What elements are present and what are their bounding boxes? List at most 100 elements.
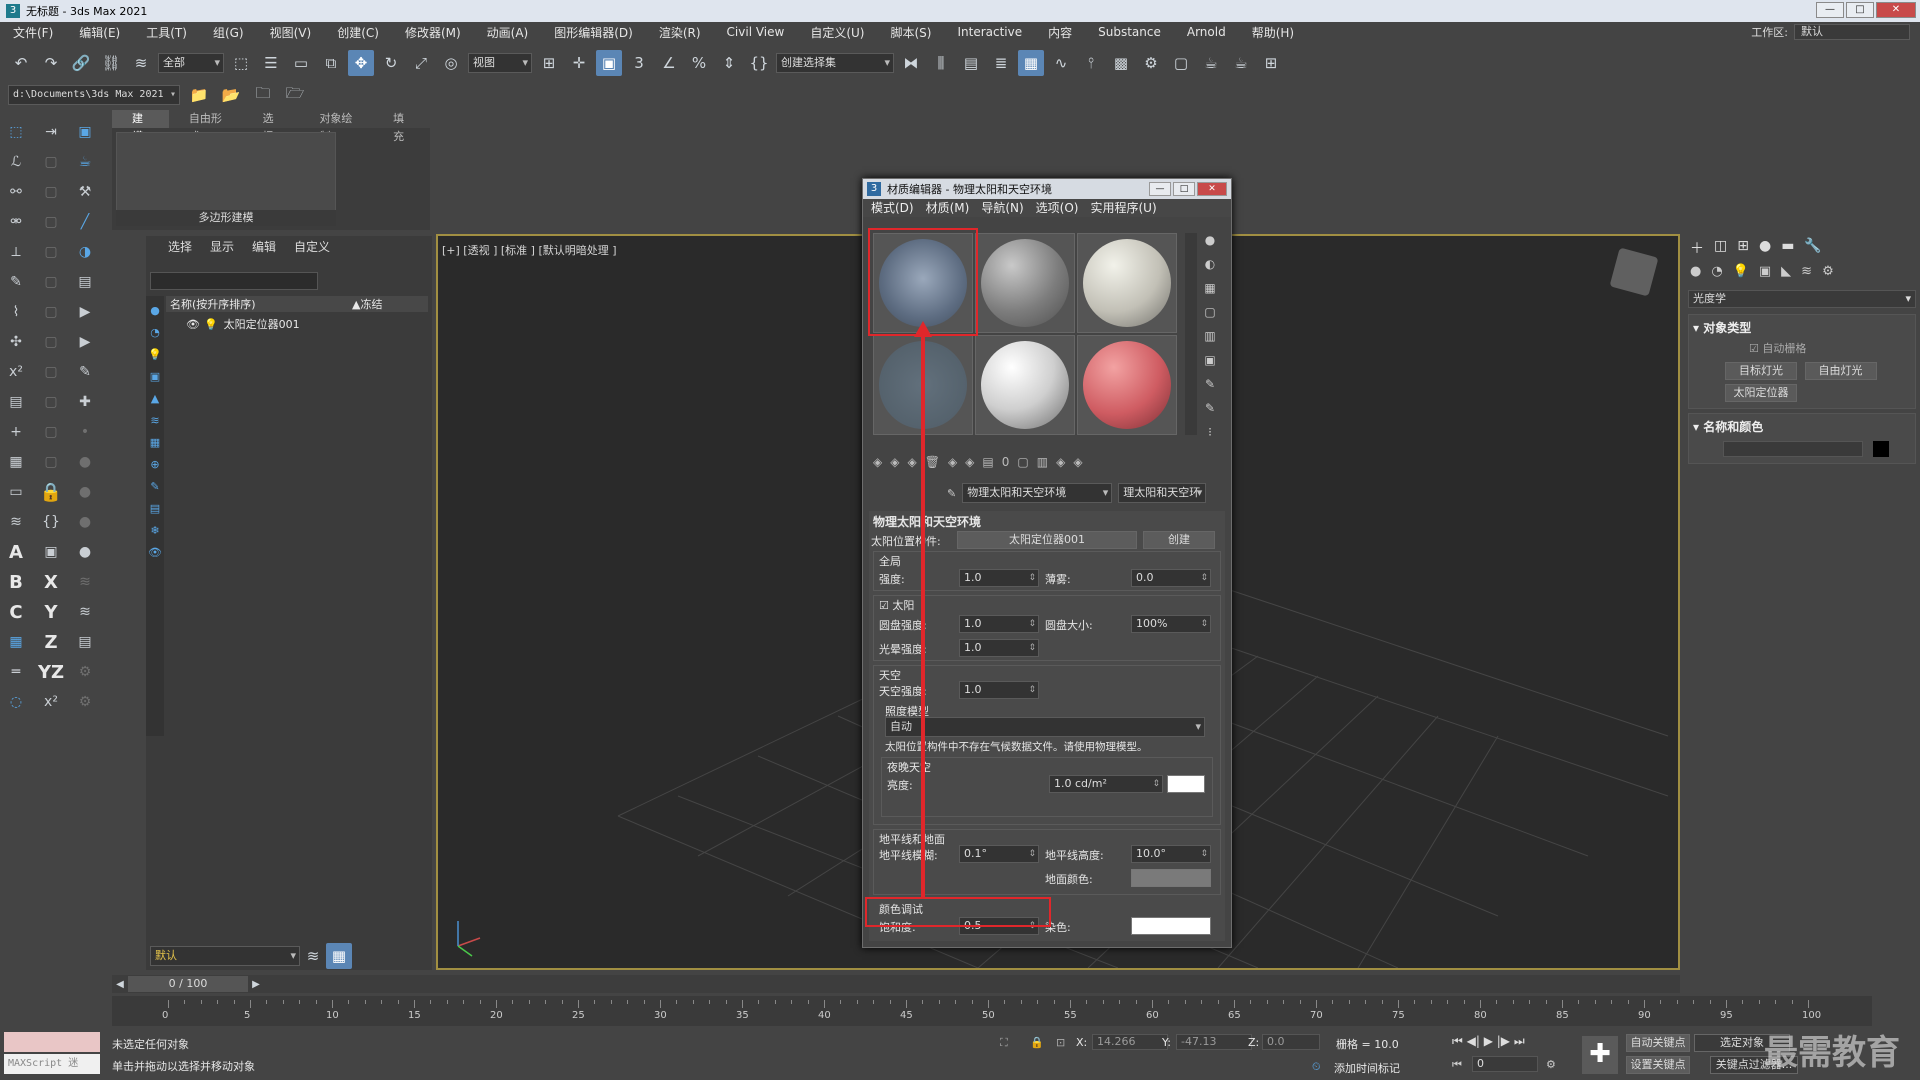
prev-frame-icon[interactable]: ◀ [112, 976, 128, 992]
geometry-icon[interactable]: ● [1690, 264, 1701, 284]
schematic-view-icon[interactable]: ⫯ [1078, 50, 1104, 76]
filter-spacewarps-icon[interactable]: ≋ [147, 412, 163, 428]
stack-icon[interactable]: ▦ [4, 450, 28, 474]
dot1-icon[interactable]: • [73, 420, 97, 444]
menu-rendering[interactable]: 渲染(R) [646, 24, 714, 41]
box11-icon[interactable]: ▢ [39, 450, 63, 474]
select-move-icon[interactable]: ✥ [348, 50, 374, 76]
ribbon-tab-modeling[interactable]: 建模 [112, 110, 169, 143]
background-icon[interactable]: ▦ [1201, 281, 1219, 299]
put-to-scene-icon[interactable]: ◈ [890, 455, 899, 475]
axis-x-icon[interactable]: X [39, 570, 63, 594]
edit-named-sets-icon[interactable]: {} [746, 50, 772, 76]
sun-pos-button[interactable]: 太阳定位器001 [957, 531, 1137, 549]
material-navigator-icon[interactable]: ⁝ [1201, 425, 1219, 443]
next-frame-icon[interactable]: ▶ [248, 976, 264, 992]
table-row[interactable]: 👁 💡 太阳定位器001 [166, 316, 428, 332]
mat-menu-material[interactable]: 材质(M) [926, 199, 970, 217]
text-a-icon[interactable]: A [4, 540, 28, 564]
menu-civil-view[interactable]: Civil View [714, 25, 798, 39]
backlight-icon[interactable]: ◐ [1201, 257, 1219, 275]
material-slot-3[interactable] [1077, 233, 1177, 333]
link-tool-icon[interactable]: ⚯ [4, 180, 28, 204]
menu-substance[interactable]: Substance [1085, 25, 1174, 39]
spinner-snap-icon[interactable]: ⇕ [716, 50, 742, 76]
mat-menu-mode[interactable]: 模式(D) [871, 199, 914, 217]
slots-scrollbar[interactable] [1185, 233, 1197, 435]
menu-tools[interactable]: 工具(T) [133, 24, 200, 41]
project-create-icon[interactable]: 📂 [218, 82, 244, 108]
knife-icon[interactable]: ╱ [73, 210, 97, 234]
selection-filter-dropdown[interactable]: 全部 [158, 53, 224, 73]
rect-selection-icon[interactable]: ▭ [288, 50, 314, 76]
show-map-icon[interactable]: ▢ [1017, 455, 1028, 475]
sphere-icon[interactable]: ● [73, 540, 97, 564]
menu-edit[interactable]: 编辑(E) [66, 24, 133, 41]
curve-editor-icon[interactable]: ∿ [1048, 50, 1074, 76]
ref-coord-dropdown[interactable]: 视图 [468, 53, 532, 73]
filter-shapes-icon[interactable]: ◔ [147, 324, 163, 340]
cameras-icon[interactable]: ▣ [1759, 264, 1771, 284]
pivot-center-icon[interactable]: ⊞ [536, 50, 562, 76]
menu-arnold[interactable]: Arnold [1174, 25, 1239, 39]
disk-size-spinner[interactable]: 100% [1131, 615, 1211, 633]
snaps-toggle-icon[interactable]: 3 [626, 50, 652, 76]
col-name-header[interactable]: 名称(按升序排序) [166, 296, 352, 312]
viewport-icon[interactable]: ▣ [73, 120, 97, 144]
brush-icon[interactable]: ✎ [73, 360, 97, 384]
modify-tab-icon[interactable]: ◫ [1714, 238, 1727, 260]
filter-lights-icon[interactable]: 💡 [147, 346, 163, 362]
target-light-button[interactable]: 目标灯光 [1725, 362, 1797, 380]
helpers-icon[interactable]: ◣ [1781, 264, 1791, 284]
material-slot-5[interactable] [975, 335, 1075, 435]
render-setup-icon[interactable]: ⚙ [1138, 50, 1164, 76]
layer-explorer-icon[interactable]: ≣ [988, 50, 1014, 76]
select-rotate-icon[interactable]: ↻ [378, 50, 404, 76]
sky-intensity-spinner[interactable]: 1.0 [959, 681, 1039, 699]
play-icon[interactable]: ▶ [73, 300, 97, 324]
filter-containers-icon[interactable]: ▤ [147, 500, 163, 516]
video-check-icon[interactable]: ▥ [1201, 329, 1219, 347]
import-icon[interactable]: ⇥ [39, 120, 63, 144]
make-copy-icon[interactable]: ◈ [948, 455, 957, 475]
stack2-icon[interactable]: ▤ [73, 630, 97, 654]
assign-material-icon[interactable]: ◈ [907, 455, 916, 475]
layers-icon[interactable]: ≋ [73, 570, 97, 594]
sun-checkbox[interactable]: ☑ 太阳 [879, 597, 914, 613]
explorer-tab-display[interactable]: 显示 [202, 236, 242, 258]
box5-icon[interactable]: ▢ [39, 270, 63, 294]
eye-icon[interactable]: 👁 [166, 318, 200, 331]
axis-y-icon[interactable]: Y [39, 600, 63, 624]
layer-manager-icon[interactable]: ▤ [4, 390, 28, 414]
systems-icon[interactable]: ⚙ [1822, 264, 1834, 284]
line-icon[interactable]: ═ [4, 660, 28, 684]
night-sky-color-swatch[interactable] [1167, 775, 1205, 793]
undo-icon[interactable]: ↶ [8, 50, 34, 76]
material-id-icon[interactable]: 0 [1002, 455, 1010, 475]
frame-icon[interactable]: ▭ [4, 480, 28, 504]
menu-interactive[interactable]: Interactive [944, 25, 1035, 39]
ribbon-tab-freeform[interactable]: 自由形式 [169, 110, 243, 143]
menu-customize[interactable]: 自定义(U) [797, 24, 877, 41]
keyboard-shortcut-icon[interactable]: ▣ [596, 50, 622, 76]
misc-icon[interactable]: ≋ [4, 510, 28, 534]
ribbon-tab-object-paint[interactable]: 对象绘制 [299, 110, 373, 143]
material-type-button[interactable]: 理太阳和天空环 [1118, 483, 1207, 503]
paste-icon[interactable]: ▣ [39, 540, 63, 564]
select-by-name-icon[interactable]: ☰ [258, 50, 284, 76]
material-editor-icon[interactable]: ▩ [1108, 50, 1134, 76]
box7-icon[interactable]: ▢ [39, 330, 63, 354]
intensity-spinner[interactable]: 1.0 [959, 569, 1039, 587]
render-iterative-icon[interactable]: ☕ [1228, 50, 1254, 76]
layer-toggle-icon[interactable]: ▦ [326, 943, 352, 969]
maximize-button[interactable]: □ [1846, 2, 1874, 18]
y-coord-field[interactable]: -47.13 [1176, 1034, 1252, 1050]
project-open-icon[interactable]: 🗁 [282, 82, 308, 108]
ribbon-toggle-icon[interactable]: ▦ [1018, 50, 1044, 76]
utilities-tab-icon[interactable]: 🔧 [1804, 238, 1821, 260]
teapot-icon[interactable]: ☕ [73, 150, 97, 174]
menu-group[interactable]: 组(G) [200, 24, 257, 41]
hierarchy-tab-icon[interactable]: ⊞ [1737, 238, 1749, 260]
ground-color-swatch[interactable] [1131, 869, 1211, 887]
go-sibling-icon[interactable]: ◈ [1073, 455, 1082, 475]
